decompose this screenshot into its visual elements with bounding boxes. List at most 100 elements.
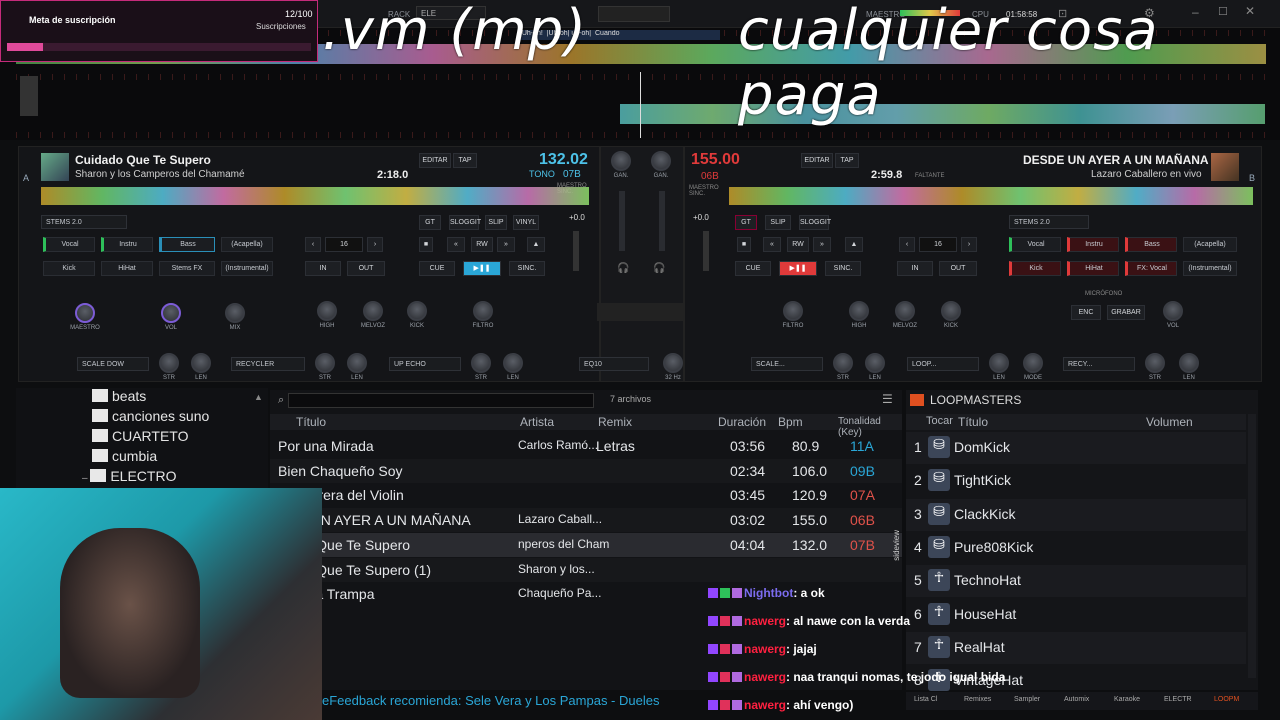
volume-fader-a[interactable] [619, 191, 625, 251]
deck-b-loop-half[interactable]: ‹ [899, 237, 915, 252]
deck-a-mix-knob[interactable] [225, 303, 245, 323]
deck-a-filter-knob[interactable] [473, 301, 493, 321]
col-loop-title[interactable]: Título [958, 415, 988, 429]
deck-a-loop-half[interactable]: ‹ [305, 237, 321, 252]
deck-b-play-button[interactable]: ▶❚❚ [779, 261, 817, 276]
deck-b-fx1-len[interactable] [865, 353, 885, 373]
deck-b-stems-select[interactable]: STEMS 2.0 [1009, 215, 1089, 229]
stem-a-instru[interactable]: Instru [101, 237, 153, 252]
deck-b-fx3-str[interactable] [1145, 353, 1165, 373]
deck-a-ff[interactable]: » [497, 237, 515, 252]
hihat-icon[interactable]: ☥ [928, 635, 950, 658]
track-row[interactable]: Chacarera del Violin 03:45 120.9 07A [270, 483, 902, 507]
bottom-tab[interactable]: LOOPM [1214, 696, 1239, 703]
deck-b-tap-button[interactable]: TAP [835, 153, 859, 168]
deck-a-fx3-len[interactable] [503, 353, 523, 373]
collapse-icon[interactable]: – [82, 473, 90, 484]
deck-a-edit-button[interactable]: EDITAR [419, 153, 451, 168]
drum-icon[interactable]: ⛁ [928, 436, 950, 458]
hihat-icon[interactable]: ☥ [928, 569, 950, 592]
stem-b-instrumental[interactable]: (Instrumental) [1183, 261, 1237, 276]
bottom-tab[interactable]: Karaoke [1114, 696, 1140, 703]
stem-a-fx[interactable]: Stems FX [159, 261, 215, 276]
drum-icon[interactable]: ⛁ [928, 535, 950, 558]
deck-a-btn-gt[interactable]: GT [419, 215, 441, 230]
eq-select[interactable]: EQ10 [579, 357, 649, 371]
loop-row[interactable]: 7 ☥ RealHat [906, 631, 1246, 664]
deck-a-rewind[interactable]: « [447, 237, 465, 252]
track-row[interactable]: Por una Mirada Carlos Ramó... Letras 03:56 8… [270, 434, 902, 458]
stem-b-hihat[interactable]: HiHat [1067, 261, 1119, 276]
deck-b-cue-button[interactable]: CUE [735, 261, 771, 276]
folder-item[interactable]: beats [92, 388, 146, 404]
hihat-icon[interactable]: ☥ [928, 602, 950, 625]
deck-b-eq-mid[interactable] [895, 301, 915, 321]
deck-b-fx1-str[interactable] [833, 353, 853, 373]
deck-a-master-knob[interactable] [75, 303, 95, 323]
deck-b-sync-button[interactable]: SINC. [825, 261, 861, 276]
deck-b-loop-out[interactable]: OUT [939, 261, 977, 276]
deck-b-loop-size[interactable]: 16 [919, 237, 957, 252]
track-row[interactable]: SDE UN AYER A UN MAÑANA Lazaro Caball... 0… [270, 508, 902, 533]
headphone-b-icon[interactable]: 🎧 [653, 263, 665, 274]
deck-b-fx3-len[interactable] [1179, 353, 1199, 373]
list-menu-icon[interactable]: ☰ [882, 392, 893, 406]
deck-a-eq-high[interactable] [317, 301, 337, 321]
deck-b-fx3-select[interactable]: RECY... [1063, 357, 1135, 371]
deck-a-waveform[interactable] [41, 187, 589, 205]
stem-b-acapella[interactable]: (Acapella) [1183, 237, 1237, 252]
deck-a-loop-out[interactable]: OUT [347, 261, 385, 276]
drum-icon[interactable]: ⛁ [928, 502, 950, 525]
deck-b-edit-button[interactable]: EDITAR [801, 153, 833, 168]
search-input[interactable] [288, 393, 594, 408]
deck-a-btn-slip[interactable]: SLIP [485, 215, 507, 230]
bottom-tab[interactable]: Lista Cl [914, 696, 937, 703]
mic-enc-button[interactable]: ENC [1071, 305, 1101, 320]
bottom-tab[interactable]: Remixes [964, 696, 991, 703]
stem-b-bass[interactable]: Bass [1125, 237, 1177, 252]
drum-icon[interactable]: ⛁ [928, 469, 950, 492]
stem-a-kick[interactable]: Kick [43, 261, 95, 276]
deck-b-loop-double[interactable]: › [961, 237, 977, 252]
stem-a-instrumental[interactable]: (Instrumental) [221, 261, 273, 276]
deck-b-fx1-select[interactable]: SCALE... [751, 357, 823, 371]
stem-a-bass[interactable]: Bass [159, 237, 215, 252]
loops-scrollbar[interactable] [1248, 414, 1256, 678]
deck-b-master-sync[interactable]: MAESTRO SINC. [689, 185, 729, 197]
track-row[interactable]: idado Que Te Supero nperos del Cham 04:04 1… [270, 532, 902, 557]
headphone-a-icon[interactable]: 🎧 [617, 263, 629, 274]
deck-b-fx2-len[interactable] [989, 353, 1009, 373]
volume-fader-b[interactable] [659, 191, 665, 251]
col-play[interactable]: Tocar [926, 415, 953, 427]
deck-b-eject[interactable]: ▲ [845, 237, 863, 252]
deck-b-btn-gt[interactable]: GT [735, 215, 757, 230]
layout-switch[interactable] [598, 6, 670, 22]
deck-a-vol-knob[interactable] [161, 303, 181, 323]
deck-a-cue-button[interactable]: CUE [419, 261, 455, 276]
loop-row[interactable]: 5 ☥ TechnoHat [906, 565, 1246, 598]
gain-a-knob[interactable] [611, 151, 631, 171]
col-title[interactable]: Título [296, 415, 326, 429]
mic-record-button[interactable]: GRABAR [1107, 305, 1145, 320]
deck-b-pitch-slider[interactable] [703, 231, 709, 271]
folder-item[interactable]: canciones suno [92, 408, 209, 424]
track-row[interactable]: Bien Chaqueño Soy 02:34 106.0 09B [270, 458, 902, 483]
deck-a-play-button[interactable]: ▶❚❚ [463, 261, 501, 276]
deck-a-eq-mid[interactable] [363, 301, 383, 321]
loop-row[interactable]: 3 ⛁ ClackKick [906, 498, 1246, 531]
deck-b-filter-knob[interactable] [783, 301, 803, 321]
loop-row[interactable]: 4 ⛁ Pure808Kick [906, 532, 1246, 564]
deck-a-fx2-select[interactable]: RECYCLER [231, 357, 305, 371]
mic-vol-knob[interactable] [1163, 301, 1183, 321]
deck-a-btn-slogg[interactable]: SLOGGIT [449, 215, 481, 230]
deck-a-fx1-select[interactable]: SCALE DOW [77, 357, 149, 371]
deck-b-fx2-mode[interactable] [1023, 353, 1043, 373]
deck-b-loop-in[interactable]: IN [897, 261, 933, 276]
deck-a-rw[interactable]: RW [471, 237, 493, 252]
stem-a-hihat[interactable]: HiHat [101, 261, 153, 276]
deck-a-fx3-select[interactable]: UP ECHO [389, 357, 461, 371]
deck-b-rw[interactable]: RW [787, 237, 809, 252]
deck-b-btn-slogg[interactable]: SLOGGIT [799, 215, 831, 230]
sideview-tab[interactable]: sideview [892, 530, 901, 561]
deck-a-loop-double[interactable]: › [367, 237, 383, 252]
